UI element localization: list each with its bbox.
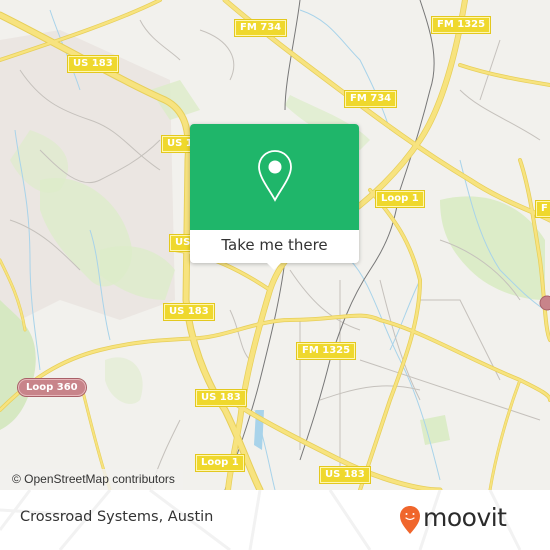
park-area (105, 357, 143, 404)
map-attribution[interactable]: © OpenStreetMap contributors (0, 469, 183, 490)
location-pin-icon (258, 150, 292, 202)
road-label-fm734: FM 734 (233, 19, 288, 37)
road-label-fm1325: FM 1325 (430, 16, 492, 34)
popup-pointer (266, 262, 282, 270)
road-label-loop360: Loop 360 (17, 378, 87, 397)
park-area (420, 415, 450, 445)
road-label-fm1325: FM 1325 (295, 342, 357, 360)
footer-bar: Crossroad Systems, Austin moovit (0, 490, 550, 550)
road-label-us183: US 183 (67, 55, 119, 73)
place-name: Crossroad Systems, Austin (20, 509, 214, 525)
road-label-loop1: Loop 1 (195, 454, 245, 472)
road-label-us183: US 183 (319, 466, 371, 484)
destination-popup[interactable]: Take me there (190, 124, 359, 270)
moovit-pin-icon (400, 506, 420, 534)
take-me-there-button[interactable]: Take me there (190, 230, 359, 263)
poi-marker (539, 295, 550, 311)
popup-header (190, 124, 359, 230)
road-label-fm734: FM 734 (343, 90, 398, 108)
brand-name: moovit (423, 503, 507, 532)
road-label-us183: US 183 (163, 303, 215, 321)
road-label-fm: F (535, 200, 550, 218)
road-label-loop1: Loop 1 (375, 190, 425, 208)
map-view[interactable]: US 183 FM 734 FM 1325 FM 734 US 183 Loop… (0, 0, 550, 490)
road-label-us183: US 183 (195, 389, 247, 407)
park-area (0, 300, 36, 430)
